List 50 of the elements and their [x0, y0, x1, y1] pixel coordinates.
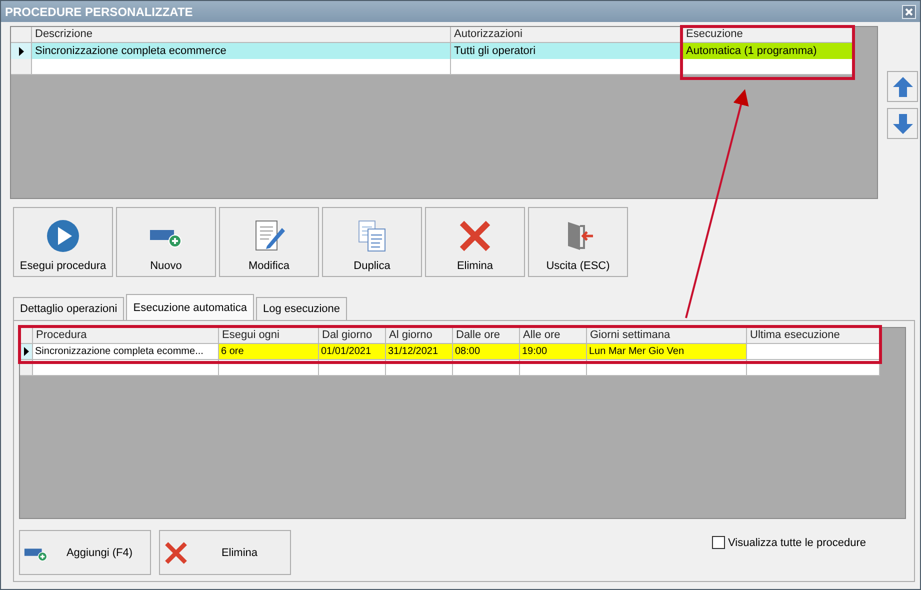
table-cell: 19:00 — [520, 344, 587, 360]
table-cell: Tutti gli operatori — [451, 43, 683, 60]
column-header: Dalle ore — [453, 328, 520, 344]
column-header: Dal giorno — [319, 328, 386, 344]
table-cell: Automatica (1 programma) — [683, 43, 854, 60]
table-cell: Sincronizzazione completa ecomme... — [33, 344, 219, 360]
tab[interactable]: Dettaglio operazioni — [13, 297, 124, 320]
toolbar-button[interactable]: Esegui procedura — [13, 207, 113, 277]
down-arrow-icon — [892, 112, 914, 134]
tab[interactable]: Log esecuzione — [256, 297, 348, 320]
checkbox-label[interactable]: Visualizza tutte le procedure — [728, 536, 866, 548]
tab[interactable]: Esecuzione automatica — [126, 294, 254, 320]
toolbar-button[interactable]: Duplica — [322, 207, 422, 277]
action-button[interactable]: Aggiungi (F4) — [19, 530, 151, 575]
table-cell: 01/01/2021 — [319, 344, 386, 360]
column-header: Descrizione — [32, 27, 451, 43]
row-pointer-icon — [24, 347, 28, 356]
header-corner — [20, 328, 33, 344]
column-header: Autorizzazioni — [451, 27, 683, 43]
row-header[interactable] — [11, 43, 32, 60]
table-cell: 6 ore — [219, 344, 319, 360]
column-header: Al giorno — [386, 328, 453, 344]
toolbar-button[interactable]: Nuovo — [116, 207, 216, 277]
close-icon — [905, 8, 913, 16]
column-header: Procedura — [33, 328, 219, 344]
column-header: Ultima esecuzione — [747, 328, 880, 344]
toolbar-button[interactable]: Uscita (ESC) — [528, 207, 628, 277]
x-icon — [457, 218, 493, 254]
table-cell: 08:00 — [453, 344, 520, 360]
column-header: Esegui ogni — [219, 328, 319, 344]
move-up-button[interactable] — [887, 71, 918, 102]
table-cell: Lun Mar Mer Gio Ven — [587, 344, 747, 360]
close-button[interactable] — [902, 4, 916, 18]
row-pointer-icon — [18, 46, 24, 56]
checkbox[interactable] — [712, 536, 725, 549]
table-cell: Sincronizzazione completa ecommerce — [32, 43, 451, 60]
x-icon — [163, 540, 189, 566]
action-button[interactable]: Elimina — [159, 530, 291, 575]
play-icon — [45, 218, 81, 254]
up-arrow-icon — [892, 76, 914, 98]
column-header: Alle ore — [520, 328, 587, 344]
toolbar-button[interactable]: Elimina — [425, 207, 525, 277]
toolbar-button[interactable]: Modifica — [219, 207, 319, 277]
header-corner — [11, 27, 32, 43]
row-header[interactable] — [20, 344, 33, 360]
column-header: Esecuzione — [683, 27, 854, 43]
column-header: Giorni settimana — [587, 328, 747, 344]
window-title: PROCEDURE PERSONALIZZATE — [5, 4, 193, 18]
table-cell: 31/12/2021 — [386, 344, 453, 360]
move-down-button[interactable] — [887, 108, 918, 139]
